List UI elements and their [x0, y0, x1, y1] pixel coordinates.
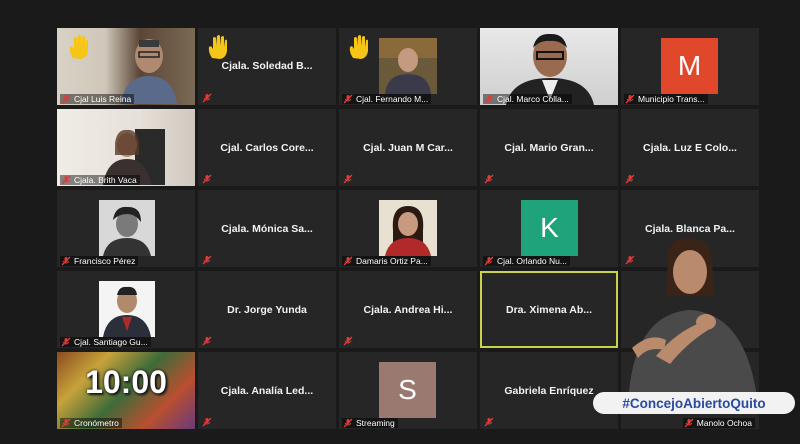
participant-display-name: Cjala. Andrea Hi... [363, 303, 453, 316]
participant-tile-streaming[interactable]: S Streaming [339, 352, 477, 429]
participant-display-name: Dr. Jorge Yunda [227, 303, 307, 316]
participant-display-name: Cjala. Soledad B... [221, 60, 313, 72]
participant-tile-andrea[interactable]: Cjala. Andrea Hi... [339, 271, 477, 348]
muted-mic-icon [484, 94, 494, 104]
participant-name: Manolo Ochoa [696, 418, 752, 428]
participant-tile-soledad[interactable]: Cjala. Soledad B... [198, 28, 336, 105]
participant-tile-luis-reina[interactable]: Cjal Luis Reina [57, 28, 195, 105]
muted-mic-icon [61, 256, 71, 266]
participant-display-name: Cjal. Mario Gran... [504, 141, 594, 154]
hashtag-banner: #ConcejoAbiertoQuito [593, 392, 795, 414]
participant-display-name: Cjala. Analía Led... [220, 384, 314, 397]
participant-name-tag: Cjala. Brith Vaca [60, 175, 140, 185]
participant-display-name: Dra. Ximena Ab... [506, 303, 592, 316]
sign-language-interpreter [628, 238, 758, 406]
participant-display-name: Cjala. Luz E Colo... [643, 141, 737, 154]
participant-name-tag: Cjal. Orlando Nu... [483, 256, 570, 266]
muted-mic-icon [343, 174, 353, 184]
participant-tile-gabriela[interactable]: Gabriela Enríquez [480, 352, 618, 429]
participant-name: Cjal. Marco Colla... [497, 94, 569, 104]
muted-mic-icon [202, 93, 212, 103]
participant-tile-luz[interactable]: Cjala. Luz E Colo... [621, 109, 759, 186]
muted-mic-icon [484, 417, 494, 427]
participant-tile-municipio[interactable]: M Municipio Trans... [621, 28, 759, 105]
participant-tile-monica[interactable]: Cjala. Mónica Sa... [198, 190, 336, 267]
muted-mic-icon [625, 94, 635, 104]
participant-display-name: Cjala. Blanca Pa... [645, 222, 735, 235]
muted-mic-icon [61, 337, 71, 347]
muted-mic-icon [202, 255, 212, 265]
muted-mic-icon [625, 174, 635, 184]
participant-display-name: Cjal. Carlos Core... [220, 141, 314, 154]
participant-photo [379, 38, 437, 94]
avatar: S [379, 362, 436, 418]
participant-tile-marco[interactable]: Cjal. Marco Colla... [480, 28, 618, 105]
participant-name: Damaris Ortiz Pa... [356, 256, 428, 266]
participant-tile-carlos[interactable]: Cjal. Carlos Core... [198, 109, 336, 186]
participant-name: Cjala. Brith Vaca [74, 175, 137, 185]
muted-mic-icon [343, 256, 353, 266]
avatar: M [661, 38, 718, 94]
participant-name-tag: Francisco Pérez [60, 256, 139, 266]
participant-tile-juan[interactable]: Cjal. Juan M Car... [339, 109, 477, 186]
avatar-initial: K [540, 212, 559, 243]
raised-hand-icon [208, 35, 227, 59]
participant-name: Cjal Luis Reina [74, 94, 132, 104]
muted-mic-icon [61, 94, 71, 104]
participant-tile-francisco[interactable]: Francisco Pérez [57, 190, 195, 267]
muted-mic-icon [484, 256, 494, 266]
countdown-timer: 10:00 [85, 364, 167, 400]
participant-tile-fernando[interactable]: Cjal. Fernando M... [339, 28, 477, 105]
participant-tile-brith-vaca[interactable]: Cjala. Brith Vaca [57, 109, 195, 186]
participant-name: Municipio Trans... [638, 94, 705, 104]
raised-hand-icon [69, 35, 88, 59]
muted-mic-icon [61, 175, 71, 185]
participant-name-tag: Manolo Ochoa [682, 418, 755, 428]
participant-tile-santiago[interactable]: Cjal. Santiago Gu... [57, 271, 195, 348]
participant-name-tag: Damaris Ortiz Pa... [342, 256, 431, 266]
muted-mic-icon [684, 418, 694, 428]
participant-name: Cjal. Orlando Nu... [497, 256, 567, 266]
participant-name-tag: Cjal Luis Reina [60, 94, 135, 104]
participant-name: Cjal. Fernando M... [356, 94, 429, 104]
participant-name-tag: Cjal. Fernando M... [342, 94, 432, 104]
avatar-initial: S [398, 374, 417, 405]
participant-name: Francisco Pérez [74, 256, 136, 266]
muted-mic-icon [343, 418, 353, 428]
muted-mic-icon [202, 417, 212, 427]
participant-tile-mario[interactable]: Cjal. Mario Gran... [480, 109, 618, 186]
muted-mic-icon [343, 94, 353, 104]
participant-display-name: Cjal. Juan M Car... [363, 141, 453, 154]
participant-display-name: Cjala. Mónica Sa... [221, 222, 313, 235]
muted-mic-icon [61, 418, 71, 428]
participant-name: Cronómetro [74, 418, 119, 428]
participant-tile-analia[interactable]: Cjala. Analía Led... [198, 352, 336, 429]
participant-tile-jorge-yunda[interactable]: Dr. Jorge Yunda [198, 271, 336, 348]
participant-photo [99, 281, 155, 337]
participant-tile-orlando[interactable]: K Cjal. Orlando Nu... [480, 190, 618, 267]
participant-name-tag: Municipio Trans... [624, 94, 708, 104]
avatar-initial: M [677, 50, 702, 81]
muted-mic-icon [202, 174, 212, 184]
participant-name-tag: Cjal. Marco Colla... [483, 94, 572, 104]
participant-photo [99, 200, 155, 256]
participant-name-tag: Cronómetro [60, 418, 122, 428]
participant-name: Streaming [356, 418, 395, 428]
participant-tile-cronometro[interactable]: 10:00 Cronómetro [57, 352, 195, 429]
avatar: K [521, 200, 578, 256]
participant-tile-ximena-active-speaker[interactable]: Dra. Ximena Ab... [480, 271, 618, 348]
muted-mic-icon [484, 174, 494, 184]
participant-photo [379, 200, 437, 256]
muted-mic-icon [343, 336, 353, 346]
raised-hand-icon [349, 35, 368, 59]
participant-name-tag: Cjal. Santiago Gu... [60, 337, 151, 347]
muted-mic-icon [202, 336, 212, 346]
participant-name-tag: Streaming [342, 418, 398, 428]
participant-tile-damaris[interactable]: Damaris Ortiz Pa... [339, 190, 477, 267]
participant-name: Cjal. Santiago Gu... [74, 337, 148, 347]
